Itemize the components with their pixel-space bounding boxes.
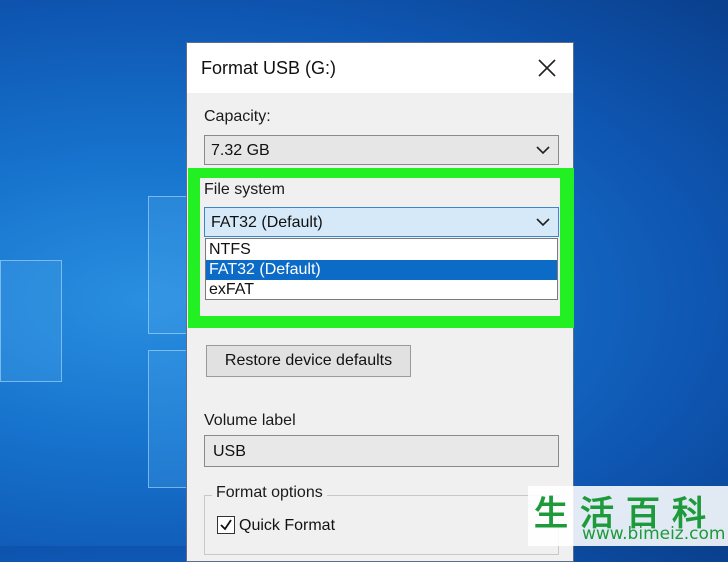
capacity-label: Capacity:: [204, 108, 271, 125]
format-options-label: Format options: [212, 484, 327, 502]
watermark: 生活百科 www.bimeiz.com: [528, 486, 728, 546]
option-ntfs[interactable]: NTFS: [206, 240, 557, 260]
file-system-label: File system: [204, 181, 285, 198]
quick-format-checkbox[interactable]: [217, 516, 235, 534]
desktop-panel: [148, 350, 190, 488]
close-button[interactable]: [531, 52, 563, 84]
volume-label-value: USB: [213, 443, 246, 460]
chevron-down-icon: [536, 218, 550, 227]
desktop-panel: [148, 196, 190, 334]
chevron-down-icon: [536, 146, 550, 155]
file-system-value: FAT32 (Default): [211, 214, 323, 231]
quick-format-label: Quick Format: [239, 517, 336, 534]
file-system-dropdown: NTFS FAT32 (Default) exFAT: [205, 238, 558, 300]
dialog-titlebar: Format USB (G:): [187, 43, 573, 93]
capacity-select[interactable]: 7.32 GB: [204, 135, 559, 165]
watermark-url: www.bimeiz.com: [582, 524, 726, 544]
volume-label-label: Volume label: [204, 412, 296, 429]
dialog-title: Format USB (G:): [201, 58, 337, 78]
option-exfat[interactable]: exFAT: [206, 280, 557, 300]
file-system-select[interactable]: FAT32 (Default): [204, 207, 559, 237]
volume-label-input[interactable]: USB: [204, 435, 559, 467]
option-fat32[interactable]: FAT32 (Default): [206, 260, 557, 280]
desktop-panel: [0, 260, 62, 382]
checkmark-icon: [220, 519, 232, 531]
capacity-value: 7.32 GB: [211, 142, 270, 159]
close-icon: [538, 59, 556, 77]
restore-defaults-button[interactable]: Restore device defaults: [206, 345, 411, 377]
